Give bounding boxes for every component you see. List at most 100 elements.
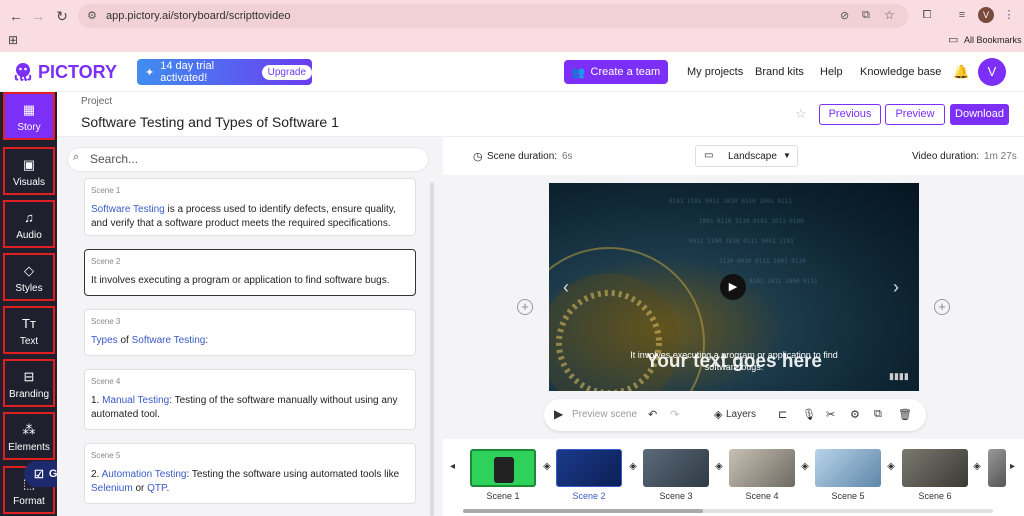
- keyword-link[interactable]: Software Testing: [132, 335, 206, 346]
- extensions-icon[interactable]: ⧠: [920, 8, 934, 22]
- next-scene-arrow-icon[interactable]: ›: [893, 277, 899, 298]
- preview-scene-label[interactable]: Preview scene: [572, 409, 637, 420]
- chevron-down-icon: ▼: [783, 151, 791, 160]
- scene-card-2[interactable]: Scene 2 It involves executing a program …: [84, 249, 416, 296]
- microphone-icon[interactable]: 🎙: [802, 408, 816, 421]
- add-scene-before-icon[interactable]: +: [517, 299, 533, 315]
- scene-card-1[interactable]: Scene 1 Software Testing is a process us…: [84, 178, 416, 236]
- prev-scene-arrow-icon[interactable]: ‹: [563, 277, 569, 298]
- scene-text-body: .: [166, 483, 170, 494]
- scene-text[interactable]: 1. Manual Testing: Testing of the softwa…: [91, 394, 409, 422]
- bookmark-star-icon[interactable]: ☆: [884, 8, 895, 22]
- play-scene-icon[interactable]: ▶: [554, 407, 563, 421]
- scene-thumbnail-1[interactable]: [470, 449, 536, 487]
- sidebar-item-elements[interactable]: ⁂ Elements: [3, 412, 55, 460]
- back-icon[interactable]: ←: [6, 6, 26, 26]
- video-preview-canvas[interactable]: 0101 1101 0011 1010 0110 1001 0111 1001 …: [549, 183, 919, 391]
- layers-icon[interactable]: ◈: [884, 461, 898, 475]
- caption-text[interactable]: It involves executing a program or appli…: [619, 349, 849, 373]
- logo[interactable]: PICTORY: [12, 61, 117, 83]
- apps-grid-icon[interactable]: ⊞: [8, 33, 18, 47]
- layers-icon[interactable]: ◈: [798, 461, 812, 475]
- keyword-link[interactable]: QTP: [147, 483, 166, 494]
- menu-kebab-icon[interactable]: ⋮: [1002, 8, 1016, 22]
- profile-avatar[interactable]: V: [978, 7, 994, 23]
- layers-icon[interactable]: ◈: [626, 461, 640, 475]
- scene-thumbnail-5[interactable]: [815, 449, 881, 487]
- layers-icon[interactable]: ◈: [970, 461, 984, 475]
- scene-thumbnail-2[interactable]: [556, 449, 622, 487]
- orientation-select[interactable]: ▭ Landscape ▼: [695, 145, 798, 167]
- scene-text[interactable]: It involves executing a program or appli…: [91, 274, 409, 288]
- upgrade-button[interactable]: Upgrade: [261, 64, 312, 80]
- site-info-icon[interactable]: ⚙: [87, 9, 97, 22]
- keyword-link[interactable]: Manual Testing: [102, 395, 169, 406]
- download-button[interactable]: Download: [950, 104, 1009, 125]
- notification-bell-icon[interactable]: 🔔: [953, 64, 969, 80]
- url-bar[interactable]: ⚙ app.pictory.ai/storyboard/scripttovide…: [78, 4, 908, 28]
- sidebar-item-story[interactable]: ▦ Story: [3, 92, 55, 140]
- scene-card-5[interactable]: Scene 5 2. Automation Testing: Testing t…: [84, 443, 416, 504]
- captions-icon[interactable]: ⊏: [778, 408, 787, 421]
- keyword-link[interactable]: Types: [91, 335, 118, 346]
- no-tracking-icon[interactable]: ⊘: [840, 9, 849, 22]
- timeline-scrollbar[interactable]: [463, 509, 993, 513]
- previous-button[interactable]: Previous: [819, 104, 881, 125]
- sidebar-item-text[interactable]: Tт Text: [3, 306, 55, 354]
- layers-button[interactable]: Layers: [726, 409, 756, 420]
- sidebar-item-branding[interactable]: ⊟ Branding: [3, 359, 55, 407]
- timeline-right-arrow-icon[interactable]: ▸: [1010, 461, 1015, 472]
- favorite-icon[interactable]: ☆: [795, 106, 807, 122]
- project-title[interactable]: Software Testing and Types of Software 1: [81, 114, 339, 130]
- scene-card-4[interactable]: Scene 4 1. Manual Testing: Testing of th…: [84, 369, 416, 430]
- keyword-link[interactable]: Automation Testing: [102, 469, 187, 480]
- project-label: Project: [81, 96, 113, 107]
- scene-thumbnail-4[interactable]: [729, 449, 795, 487]
- duplicate-icon[interactable]: ⧉: [874, 408, 882, 421]
- user-avatar[interactable]: V: [978, 58, 1006, 86]
- search-input[interactable]: Search...: [67, 147, 429, 172]
- all-bookmarks-label[interactable]: All Bookmarks: [964, 35, 1022, 45]
- scene-thumbnail-6[interactable]: [902, 449, 968, 487]
- scene-text[interactable]: Software Testing is a process used to id…: [91, 203, 409, 231]
- my-projects-link[interactable]: My projects: [687, 66, 743, 78]
- script-scrollbar[interactable]: [430, 182, 434, 516]
- create-team-button[interactable]: 👥 Create a team: [564, 60, 668, 84]
- octopus-logo-icon: [14, 63, 32, 81]
- scene-card-3[interactable]: Scene 3 Types of Software Testing:: [84, 309, 416, 356]
- scene-text[interactable]: Types of Software Testing:: [91, 334, 409, 348]
- sidebar-item-audio[interactable]: ♫ Audio: [3, 200, 55, 248]
- scene-text[interactable]: 2. Automation Testing: Testing the softw…: [91, 468, 409, 496]
- layers-icon[interactable]: ◈: [712, 461, 726, 475]
- timeline-left-arrow-icon[interactable]: ◂: [450, 461, 455, 472]
- delete-trash-icon[interactable]: 🗑: [898, 408, 912, 421]
- sidebar-item-styles[interactable]: ◇ Styles: [3, 253, 55, 301]
- reload-icon[interactable]: ↻: [52, 6, 72, 26]
- reading-list-icon[interactable]: ≡: [955, 8, 969, 22]
- knowledge-base-link[interactable]: Knowledge base: [860, 66, 941, 78]
- keyword-link[interactable]: Selenium: [91, 483, 133, 494]
- forward-icon[interactable]: →: [28, 6, 48, 26]
- settings-gear-icon[interactable]: ⚙: [850, 408, 860, 421]
- timeline-scroll-thumb[interactable]: [463, 509, 703, 513]
- add-scene-after-icon[interactable]: +: [934, 299, 950, 315]
- help-link[interactable]: Help: [820, 66, 843, 78]
- scene-thumbnail-3[interactable]: [643, 449, 709, 487]
- sidebar-item-label: Elements: [8, 442, 50, 453]
- undo-icon[interactable]: ↶: [648, 408, 657, 421]
- brand-kits-link[interactable]: Brand kits: [755, 66, 804, 78]
- scissors-icon[interactable]: ✂: [826, 408, 835, 421]
- layers-icon[interactable]: ◈: [540, 461, 554, 475]
- play-button[interactable]: ▶: [720, 274, 746, 300]
- scene-text-body: of: [117, 335, 132, 346]
- scene-thumbnail-7-partial[interactable]: [988, 449, 1006, 487]
- scene-duration-value[interactable]: 6s: [562, 151, 573, 162]
- sidebar-item-visuals[interactable]: ▣ Visuals: [3, 147, 55, 195]
- scene-number: Scene 3: [91, 317, 121, 326]
- video-duration-value: 1m 27s: [984, 151, 1017, 162]
- preview-button[interactable]: Preview: [885, 104, 945, 125]
- redo-icon[interactable]: ↷: [670, 408, 679, 421]
- music-icon: ♫: [24, 210, 34, 225]
- keyword-link[interactable]: Software Testing: [91, 204, 165, 215]
- install-icon[interactable]: ⧉: [862, 9, 870, 22]
